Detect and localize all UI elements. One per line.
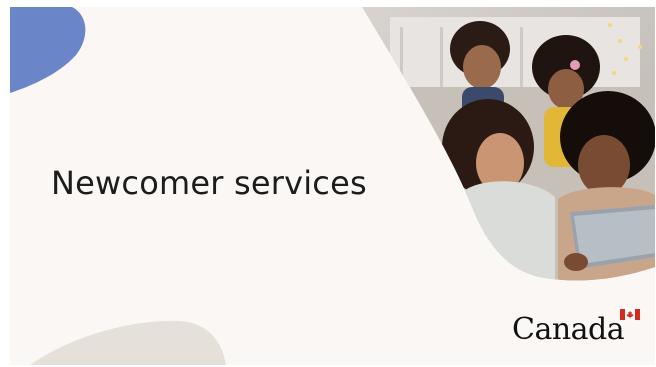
- canada-flag-icon: [620, 309, 640, 320]
- canada-wordmark: Canada: [512, 309, 640, 351]
- slide: Newcomer services Canada: [10, 7, 655, 365]
- slide-title: Newcomer services: [51, 164, 367, 202]
- wordmark-text: Canada: [512, 312, 625, 347]
